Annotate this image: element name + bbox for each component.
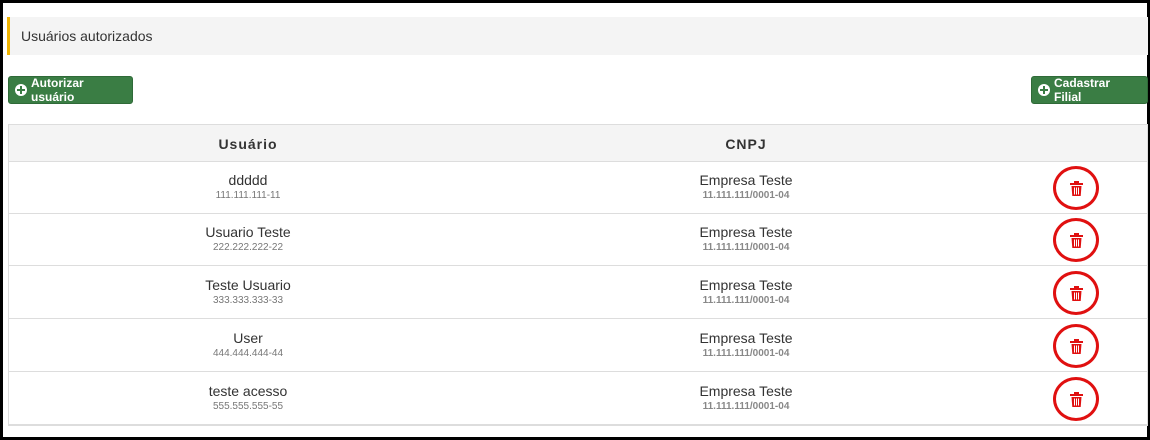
- user-cpf: 333.333.333-33: [212, 295, 284, 306]
- company-cnpj: 11.111.111/0001-04: [702, 401, 790, 412]
- user-name: teste acesso: [208, 383, 288, 399]
- company-name: Empresa Teste: [699, 224, 793, 240]
- delete-button[interactable]: [1053, 271, 1099, 315]
- company-cell: Empresa Teste 11.111.111/0001-04: [596, 277, 896, 308]
- company-name: Empresa Teste: [699, 277, 793, 293]
- user-cell: teste acesso 555.555.555-55: [98, 383, 398, 414]
- user-cpf: 222.222.222-22: [212, 242, 284, 253]
- panel-title: Usuários autorizados: [21, 28, 153, 44]
- user-cell: User 444.444.444-44: [98, 330, 398, 361]
- company-cell: Empresa Teste 11.111.111/0001-04: [596, 383, 896, 414]
- app-frame: Usuários autorizados Autorizar usuário C…: [0, 0, 1150, 440]
- trash-icon: [1070, 233, 1083, 248]
- authorized-users-table: Usuário CNPJ ddddd 111.111.111-11 Empres…: [8, 124, 1148, 426]
- authorize-user-button[interactable]: Autorizar usuário: [8, 76, 133, 104]
- table-row: User 444.444.444-44 Empresa Teste 11.111…: [9, 320, 1147, 372]
- user-cell: ddddd 111.111.111-11: [98, 172, 398, 203]
- company-name: Empresa Teste: [699, 383, 793, 399]
- company-cnpj: 11.111.111/0001-04: [702, 190, 790, 201]
- panel-heading: Usuários autorizados: [7, 17, 1148, 55]
- company-name: Empresa Teste: [699, 172, 793, 188]
- company-cnpj: 11.111.111/0001-04: [702, 242, 790, 253]
- user-name: User: [233, 330, 263, 346]
- company-cnpj: 11.111.111/0001-04: [702, 348, 790, 359]
- user-name: ddddd: [228, 172, 268, 188]
- user-cpf: 111.111.111-11: [215, 190, 281, 201]
- trash-icon: [1070, 339, 1083, 354]
- plus-circle-icon: [1038, 84, 1050, 96]
- user-cpf: 555.555.555-55: [212, 401, 284, 412]
- table-row: teste acesso 555.555.555-55 Empresa Test…: [9, 373, 1147, 425]
- user-cpf: 444.444.444-44: [212, 348, 284, 359]
- delete-button[interactable]: [1053, 324, 1099, 368]
- delete-button[interactable]: [1053, 166, 1099, 210]
- trash-icon: [1070, 286, 1083, 301]
- delete-button[interactable]: [1053, 218, 1099, 262]
- table-row: Teste Usuario 333.333.333-33 Empresa Tes…: [9, 267, 1147, 319]
- company-cell: Empresa Teste 11.111.111/0001-04: [596, 172, 896, 203]
- column-header-cnpj: CNPJ: [725, 136, 767, 152]
- trash-icon: [1070, 181, 1083, 196]
- register-branch-button[interactable]: Cadastrar Filial: [1031, 76, 1148, 104]
- table-header: Usuário CNPJ: [9, 125, 1147, 162]
- user-name: Usuario Teste: [205, 224, 291, 240]
- column-header-user: Usuário: [218, 136, 278, 152]
- trash-icon: [1070, 392, 1083, 407]
- table-row: ddddd 111.111.111-11 Empresa Teste 11.11…: [9, 162, 1147, 214]
- user-cell: Usuario Teste 222.222.222-22: [98, 224, 398, 255]
- table-row: Usuario Teste 222.222.222-22 Empresa Tes…: [9, 214, 1147, 266]
- user-name: Teste Usuario: [205, 277, 291, 293]
- plus-circle-icon: [15, 84, 27, 96]
- company-cell: Empresa Teste 11.111.111/0001-04: [596, 330, 896, 361]
- company-cell: Empresa Teste 11.111.111/0001-04: [596, 224, 896, 255]
- user-cell: Teste Usuario 333.333.333-33: [98, 277, 398, 308]
- company-name: Empresa Teste: [699, 330, 793, 346]
- authorize-user-label: Autorizar usuário: [31, 76, 84, 104]
- register-branch-label: Cadastrar Filial: [1054, 76, 1111, 104]
- delete-button[interactable]: [1053, 377, 1099, 421]
- company-cnpj: 11.111.111/0001-04: [702, 295, 790, 306]
